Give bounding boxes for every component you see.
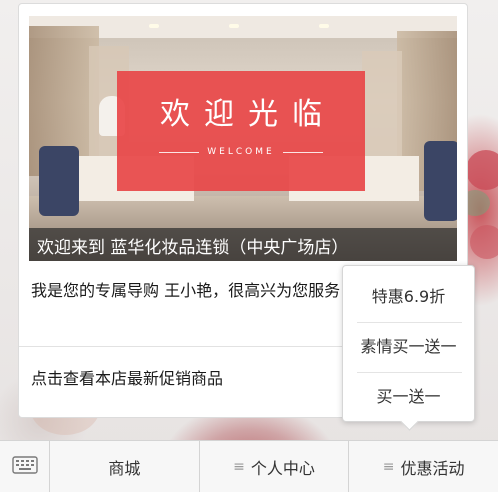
background-flower	[466, 150, 498, 190]
store-chair	[424, 141, 457, 221]
menu-button-profile[interactable]: ≡ 个人中心	[200, 441, 350, 492]
menu-label-mall: 商城	[108, 458, 141, 478]
popup-item-suqing-bogo[interactable]: 素情买一送一	[343, 322, 474, 372]
welcome-sub-text: WELCOME	[207, 147, 275, 157]
menu-label-promotions: 优惠活动	[400, 458, 465, 478]
menu-button-promotions[interactable]: ≡ 优惠活动	[349, 441, 498, 492]
welcome-title: 欢迎光临	[160, 97, 336, 132]
welcome-subtitle: WELCOME	[117, 147, 365, 157]
menu-label-profile: 个人中心	[250, 458, 315, 478]
menu-popup: 特惠6.9折 素情买一送一 买一送一	[342, 265, 475, 422]
welcome-divider	[159, 151, 200, 153]
ceiling-light	[229, 24, 239, 28]
promo-link[interactable]: 点击查看本店最新促销商品	[31, 366, 223, 392]
menu-button-mall[interactable]: 商城	[50, 441, 200, 492]
hamburger-icon: ≡	[382, 458, 395, 475]
ceiling-light	[149, 24, 159, 28]
ceiling-light	[319, 24, 329, 28]
store-banner-image[interactable]: 欢迎光临 WELCOME 欢迎来到 蓝华化妆品连锁（中央广场店）	[29, 16, 457, 261]
store-shelf	[362, 51, 402, 161]
popup-item-discount[interactable]: 特惠6.9折	[343, 272, 474, 322]
keyboard-icon	[11, 455, 38, 478]
store-chair	[39, 146, 79, 216]
background-flower	[470, 225, 498, 259]
welcome-sign: 欢迎光临 WELCOME	[117, 71, 365, 191]
popup-item-bogo[interactable]: 买一送一	[343, 372, 474, 422]
bottom-menu-bar: 商城 ≡ 个人中心 ≡ 优惠活动	[0, 440, 498, 492]
hamburger-icon: ≡	[233, 458, 245, 475]
keyboard-toggle-button[interactable]	[0, 441, 50, 492]
banner-caption[interactable]: 欢迎来到 蓝华化妆品连锁（中央广场店）	[29, 228, 457, 261]
welcome-divider	[282, 151, 323, 153]
